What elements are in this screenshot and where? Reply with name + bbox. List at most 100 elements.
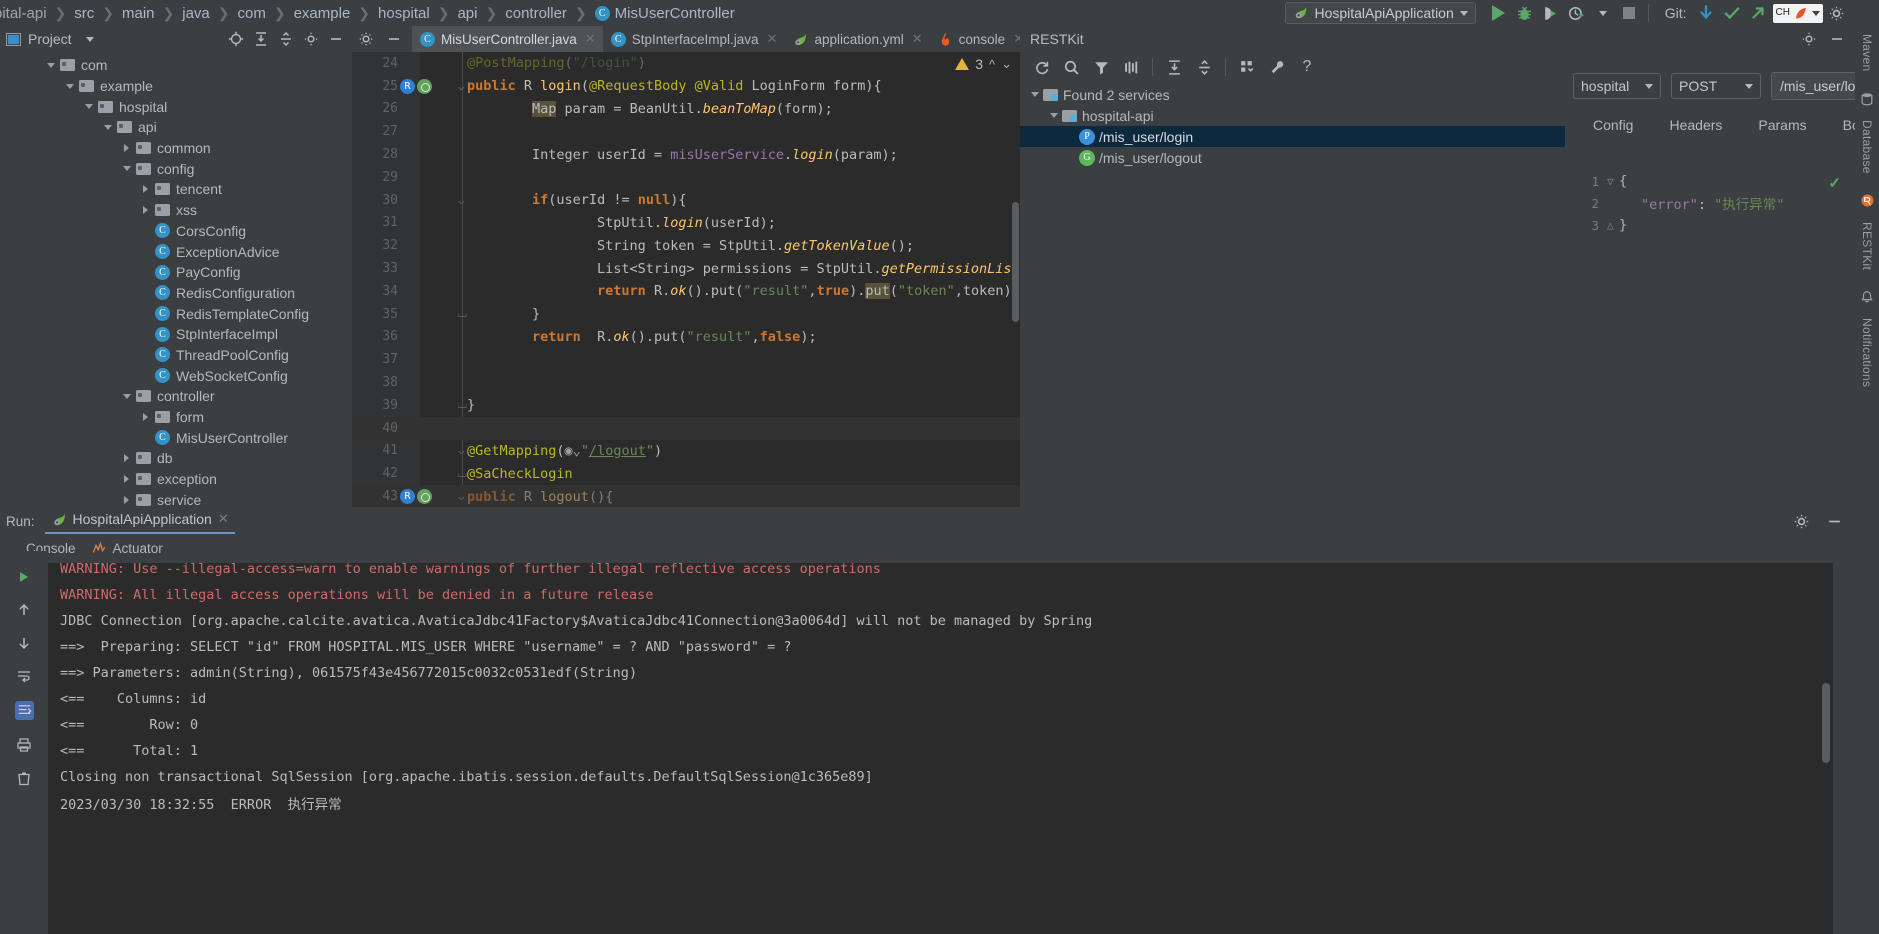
module-selector[interactable]: hospital: [1573, 73, 1661, 99]
run-method-icon[interactable]: R: [400, 489, 415, 505]
tree-node-db[interactable]: db: [0, 448, 352, 469]
hide-icon[interactable]: [1829, 31, 1845, 47]
breadcrumb-item-api[interactable]: api: [455, 5, 479, 22]
code-line[interactable]: 30 ⌵ if(userId != null){: [352, 189, 1020, 212]
code-line[interactable]: 41 ⌵ @GetMapping(◉⌄"/logout"): [352, 440, 1020, 463]
chevron-down-icon[interactable]: [120, 162, 133, 175]
search-button[interactable]: [1056, 54, 1086, 80]
code-line[interactable]: 36 return R.ok().put("result",false);: [352, 326, 1020, 349]
fold-marker-icon[interactable]: ⌴: [458, 398, 467, 412]
run-button[interactable]: [1486, 1, 1512, 25]
tree-node-threadpoolconfig[interactable]: C ThreadPoolConfig: [0, 345, 352, 366]
tool-window-maven[interactable]: Maven: [1860, 34, 1874, 72]
code-line[interactable]: 33 List<String> permissions = StpUtil.ge…: [352, 257, 1020, 280]
restkit-tree-node[interactable]: Found 2 services: [1020, 84, 1565, 105]
code-line[interactable]: 43 R ⌵ public R logout(){: [352, 485, 1020, 507]
tree-node-websocketconfig[interactable]: C WebSocketConfig: [0, 365, 352, 386]
run-configuration-selector[interactable]: HospitalApiApplication: [1285, 2, 1476, 24]
code-line[interactable]: 25 R ⌵ public R login(@RequestBody @Valid L…: [352, 75, 1020, 98]
profiler-dropdown[interactable]: [1590, 1, 1616, 25]
tool-window-restkit[interactable]: RESTKit: [1860, 222, 1874, 270]
up-icon[interactable]: [16, 602, 32, 618]
ime-indicator[interactable]: CH: [1772, 3, 1823, 23]
filter-button[interactable]: [1086, 54, 1116, 80]
debug-button[interactable]: [1512, 1, 1538, 25]
chevron-down-icon[interactable]: [44, 59, 57, 72]
fold-marker-icon[interactable]: ⌴: [458, 307, 467, 321]
web-endpoint-icon[interactable]: [417, 489, 432, 505]
tab-headers[interactable]: Headers: [1651, 111, 1740, 142]
down-icon[interactable]: [16, 635, 32, 651]
notifications-bell-icon[interactable]: [1860, 290, 1874, 304]
tool-window-notifications[interactable]: Notifications: [1860, 318, 1874, 387]
run-with-coverage-button[interactable]: [1538, 1, 1564, 25]
code-line[interactable]: 34 return R.ok().put("result",true).put(…: [352, 280, 1020, 303]
tree-node-hospital[interactable]: hospital: [0, 96, 352, 117]
chevron-down-icon[interactable]: [101, 121, 114, 134]
project-tree[interactable]: com example hospital api common config tencent…: [0, 52, 352, 507]
gutter-markers[interactable]: R: [400, 75, 460, 98]
close-icon[interactable]: ✕: [912, 31, 923, 47]
fold-marker-icon[interactable]: ⌵: [458, 444, 465, 457]
web-endpoint-icon[interactable]: [417, 78, 432, 94]
tab-config[interactable]: Config: [1575, 111, 1651, 142]
gear-icon[interactable]: [1801, 31, 1817, 47]
run-method-icon[interactable]: R: [400, 78, 415, 94]
tree-node-stpinterfaceimpl[interactable]: C StpInterfaceImpl: [0, 324, 352, 345]
breadcrumb-item-controller[interactable]: controller: [503, 5, 569, 22]
tree-node-exceptionadvice[interactable]: C ExceptionAdvice: [0, 241, 352, 262]
code-editor[interactable]: 24 @PostMapping("/login") 25 R ⌵ public R log…: [352, 52, 1020, 507]
chevron-down-icon[interactable]: [85, 36, 94, 42]
tree-node-corsconfig[interactable]: C CorsConfig: [0, 221, 352, 242]
soft-wrap-icon[interactable]: [16, 668, 32, 684]
fold-marker-icon[interactable]: ⌴: [458, 467, 467, 481]
restkit-tree-node[interactable]: hospital-api: [1020, 105, 1565, 126]
chevron-down-icon[interactable]: [120, 390, 133, 403]
tree-node-service[interactable]: service: [0, 489, 352, 507]
code-line[interactable]: 27: [352, 120, 1020, 143]
tree-node-exception[interactable]: exception: [0, 469, 352, 490]
chevron-right-icon[interactable]: [139, 204, 152, 217]
restkit-tree-node[interactable]: P/mis_user/login: [1020, 126, 1565, 147]
code-line[interactable]: 38: [352, 371, 1020, 394]
restkit-tree-node[interactable]: G/mis_user/logout: [1020, 147, 1565, 168]
close-icon[interactable]: ✕: [218, 511, 229, 527]
tree-node-form[interactable]: form: [0, 407, 352, 428]
expand-all-icon[interactable]: [253, 31, 269, 47]
code-line[interactable]: 26 Map param = BeanUtil.beanToMap(form);: [352, 98, 1020, 121]
stop-button[interactable]: [1616, 1, 1642, 25]
breadcrumb-item-java[interactable]: java: [180, 5, 212, 22]
git-commit-button[interactable]: [1719, 1, 1745, 25]
chevron-right-icon[interactable]: [139, 411, 152, 424]
hide-icon[interactable]: [386, 31, 402, 47]
expand-all-button[interactable]: [1159, 54, 1189, 80]
tab-stp-interface-impl[interactable]: C StpInterfaceImpl.java ✕: [603, 26, 785, 52]
breadcrumb-item-class[interactable]: C MisUserController: [593, 5, 737, 22]
gear-icon[interactable]: [358, 31, 374, 47]
breadcrumb-item-hospital[interactable]: hospital: [376, 5, 432, 22]
console-scrollbar[interactable]: [1822, 683, 1830, 763]
code-line[interactable]: 40: [352, 416, 1020, 440]
tree-node-redisconfiguration[interactable]: C RedisConfiguration: [0, 283, 352, 304]
fold-marker-icon[interactable]: ⌵: [458, 80, 465, 93]
tree-node-payconfig[interactable]: C PayConfig: [0, 262, 352, 283]
chevron-right-icon[interactable]: [120, 493, 133, 506]
editor-scrollbar[interactable]: [1012, 202, 1019, 322]
help-button[interactable]: ?: [1292, 54, 1322, 80]
inspection-widget[interactable]: 3 ^ ⌄: [955, 56, 1012, 72]
gear-icon[interactable]: [1793, 513, 1810, 530]
subtab-actuator[interactable]: Actuator: [92, 541, 163, 556]
code-line[interactable]: 28 Integer userId = misUserService.login…: [352, 143, 1020, 166]
code-line[interactable]: 39 ⌴}: [352, 394, 1020, 417]
tree-node-common[interactable]: common: [0, 138, 352, 159]
next-problem-icon[interactable]: ⌄: [1001, 56, 1012, 72]
tree-node-config[interactable]: config: [0, 158, 352, 179]
http-method-selector[interactable]: POST: [1671, 73, 1761, 99]
chevron-right-icon[interactable]: [120, 473, 133, 486]
group-by-button[interactable]: [1116, 54, 1146, 80]
fold-marker-icon[interactable]: ⌵: [458, 490, 465, 503]
chevron-down-icon[interactable]: [63, 80, 76, 93]
restkit-service-tree[interactable]: Found 2 services hospital-api P/mis_user/l…: [1020, 82, 1565, 168]
fold-icon[interactable]: △: [1607, 219, 1619, 232]
database-icon[interactable]: [1860, 92, 1874, 106]
